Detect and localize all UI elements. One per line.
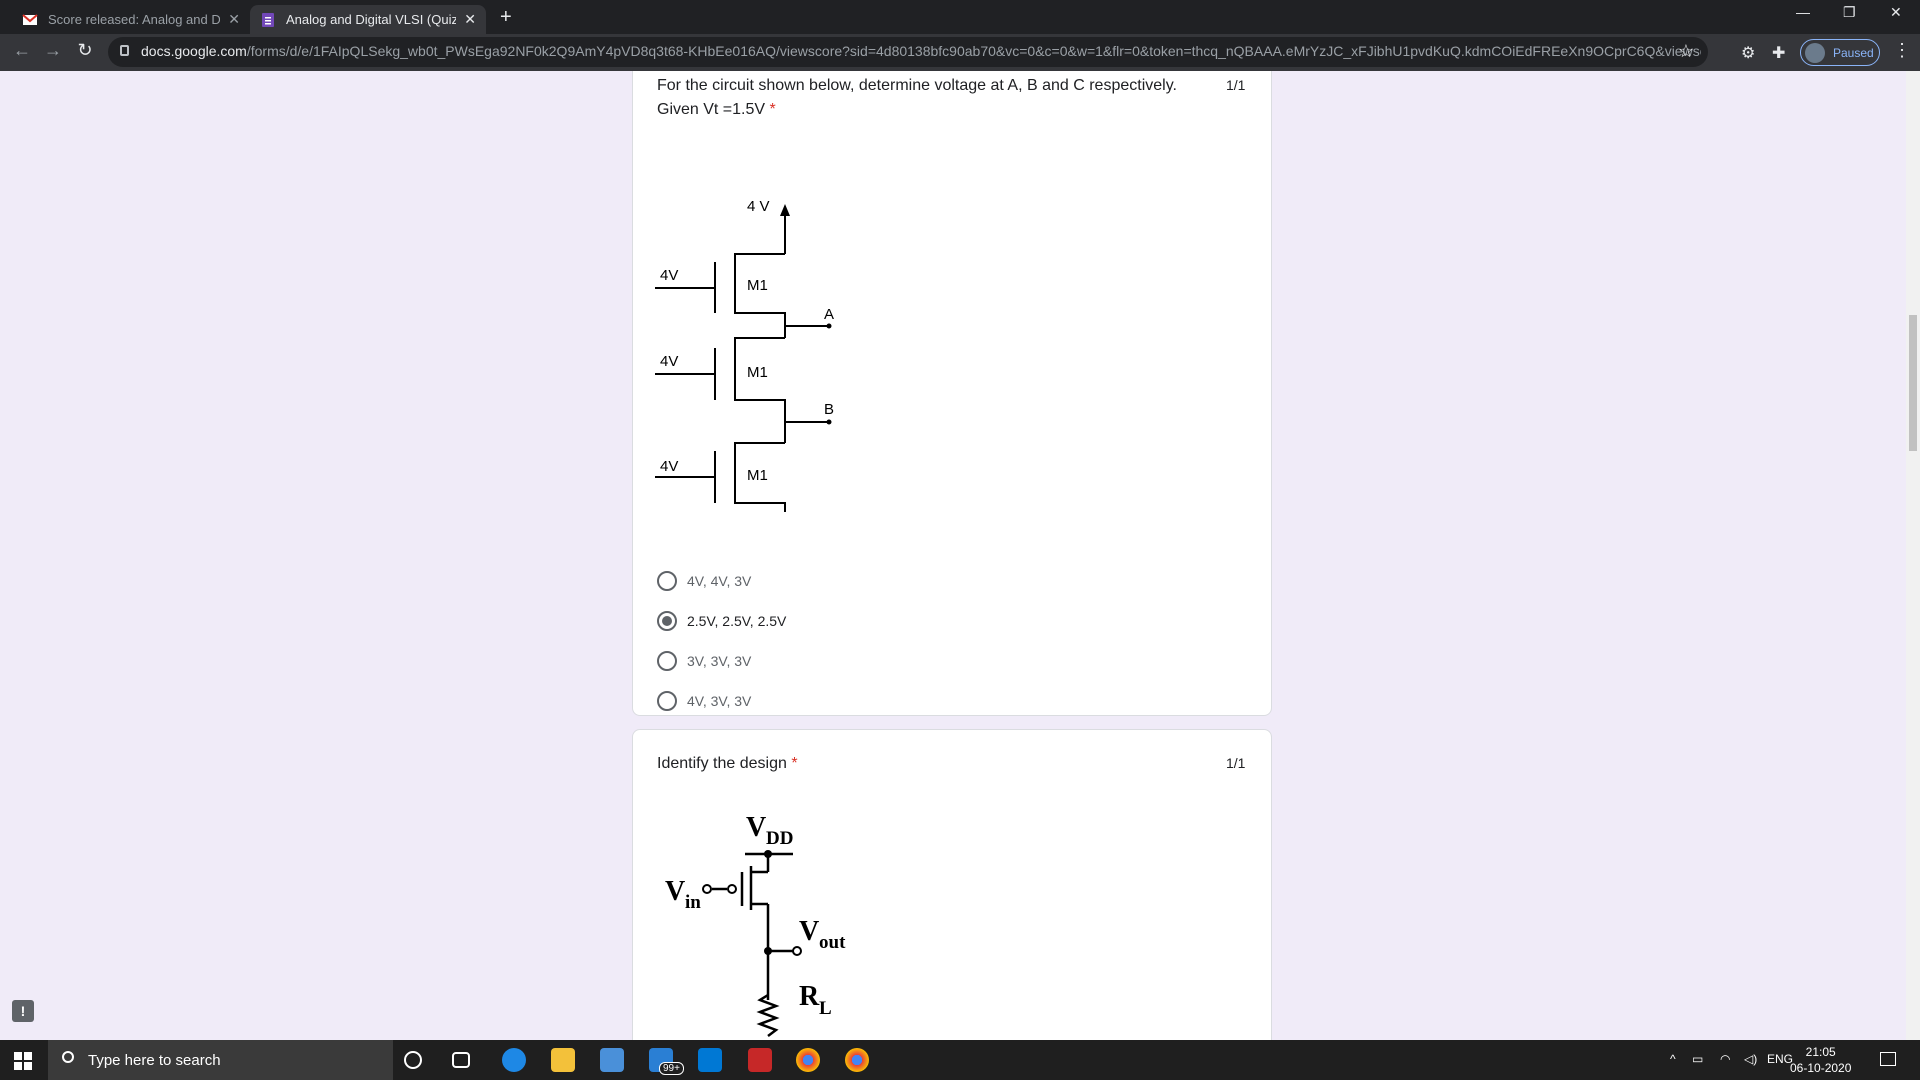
search-placeholder: Type here to search bbox=[88, 1051, 221, 1069]
restore-icon[interactable]: ❐ bbox=[1843, 4, 1856, 21]
battery-icon[interactable]: ▭ bbox=[1692, 1052, 1703, 1066]
profile-button[interactable]: Paused bbox=[1800, 39, 1880, 66]
extension-icon[interactable]: ⚙ bbox=[1741, 43, 1755, 63]
vin-subscript: in bbox=[685, 892, 701, 913]
minimize-icon[interactable]: — bbox=[1796, 4, 1810, 20]
bookmark-star-icon[interactable]: ☆ bbox=[1678, 41, 1694, 62]
node-label-a: A bbox=[824, 306, 834, 323]
close-icon[interactable]: ✕ bbox=[228, 11, 240, 28]
file-explorer-icon[interactable] bbox=[551, 1048, 575, 1072]
address-bar[interactable]: docs.google.com/forms/d/e/1FAIpQLSekg_wb… bbox=[108, 37, 1708, 67]
option-4[interactable]: 4V, 3V, 3V bbox=[657, 691, 751, 711]
wifi-icon[interactable]: ◠ bbox=[1720, 1052, 1730, 1066]
vout-subscript: out bbox=[819, 932, 846, 953]
window-close-icon[interactable]: ✕ bbox=[1890, 4, 1902, 21]
question-text: For the circuit shown below, determine v… bbox=[657, 77, 1177, 94]
pmos-resistor-circuit: V DD V in V out R L bbox=[665, 812, 846, 1037]
url-text[interactable]: docs.google.com/forms/d/e/1FAIpQLSekg_wb… bbox=[141, 43, 1701, 59]
transistor-label-1: M1 bbox=[747, 277, 768, 294]
rl-label: R bbox=[799, 981, 820, 1012]
gmail-icon bbox=[22, 12, 38, 28]
question-title: Identify the design bbox=[657, 755, 787, 772]
reload-icon[interactable]: ↻ bbox=[73, 40, 97, 61]
radio-button[interactable] bbox=[657, 651, 677, 671]
radio-button[interactable] bbox=[657, 691, 677, 711]
clock[interactable]: 21:05 06-10-2020 bbox=[1790, 1044, 1851, 1076]
vdd-label: V bbox=[746, 812, 766, 843]
close-icon[interactable]: ✕ bbox=[464, 11, 476, 28]
task-view-icon[interactable] bbox=[452, 1052, 470, 1068]
node-label-b: B bbox=[824, 401, 834, 418]
avatar bbox=[1805, 42, 1825, 63]
option-label: 3V, 3V, 3V bbox=[687, 653, 752, 669]
option-label: 4V, 4V, 3V bbox=[687, 573, 752, 589]
required-mark: * bbox=[769, 101, 776, 118]
vscode-icon[interactable] bbox=[698, 1048, 722, 1072]
question-card-1: For the circuit shown below, determine v… bbox=[632, 71, 1272, 716]
given-text: Given Vt =1.5V bbox=[657, 101, 766, 118]
question-score: 1/1 bbox=[1226, 755, 1246, 771]
edge-icon[interactable] bbox=[502, 1048, 526, 1072]
date: 06-10-2020 bbox=[1790, 1061, 1852, 1075]
tab-label: Analog and Digital VLSI (Quiz-1) bbox=[286, 12, 457, 27]
search-icon bbox=[62, 1051, 74, 1063]
notifications-icon[interactable] bbox=[1880, 1052, 1896, 1066]
question-score: 1/1 bbox=[1226, 77, 1246, 93]
chrome-icon[interactable] bbox=[796, 1048, 820, 1072]
tab-score-released[interactable]: Score released: Analog and Digit ✕ bbox=[12, 5, 250, 34]
supply-label: 4 V bbox=[747, 198, 770, 215]
question-text: Identify the design * bbox=[657, 752, 798, 776]
transistor-label-3: M1 bbox=[747, 467, 768, 484]
vout-label: V bbox=[799, 916, 819, 947]
profile-status: Paused bbox=[1833, 45, 1874, 60]
chrome-icon-2[interactable] bbox=[845, 1048, 869, 1072]
lock-icon bbox=[120, 45, 129, 56]
radio-button[interactable] bbox=[657, 571, 677, 591]
page-scrollbar[interactable] bbox=[1906, 71, 1920, 1040]
windows-start-icon[interactable] bbox=[14, 1052, 32, 1070]
url-host: docs.google.com bbox=[141, 43, 247, 59]
rl-subscript: L bbox=[819, 998, 832, 1019]
forms-icon bbox=[260, 12, 276, 28]
vdd-subscript: DD bbox=[766, 828, 793, 849]
back-icon[interactable]: ← bbox=[10, 40, 34, 61]
transistor-label-2: M1 bbox=[747, 364, 768, 381]
time: 21:05 bbox=[1805, 1045, 1836, 1059]
new-tab-button[interactable]: + bbox=[500, 6, 512, 29]
store-icon[interactable] bbox=[600, 1048, 624, 1072]
browser-toolbar: ← → ↻ docs.google.com/forms/d/e/1FAIpQLS… bbox=[0, 34, 1920, 71]
question-given: Given Vt =1.5V * bbox=[657, 98, 776, 122]
option-2[interactable]: 2.5V, 2.5V, 2.5V bbox=[657, 611, 786, 631]
url-path: /forms/d/e/1FAIpQLSekg_wb0t_PWsEga92NF0k… bbox=[246, 43, 1701, 59]
option-1[interactable]: 4V, 4V, 3V bbox=[657, 571, 751, 591]
question-card-2: Identify the design * 1/1 V DD V in V ou… bbox=[632, 729, 1272, 1040]
browser-tab-bar: Score released: Analog and Digit ✕ Analo… bbox=[0, 0, 1920, 34]
gate-label-2: 4V bbox=[660, 353, 678, 370]
scrollbar-thumb[interactable] bbox=[1909, 315, 1917, 451]
tab-quiz[interactable]: Analog and Digital VLSI (Quiz-1) ✕ bbox=[250, 5, 486, 34]
report-feedback-icon[interactable]: ! bbox=[12, 1000, 34, 1022]
radio-button-selected[interactable] bbox=[657, 611, 677, 631]
tray-overflow-icon[interactable]: ^ bbox=[1670, 1052, 1676, 1066]
forward-icon[interactable]: → bbox=[41, 40, 65, 61]
option-3[interactable]: 3V, 3V, 3V bbox=[657, 651, 751, 671]
mail-icon[interactable]: 99+ bbox=[649, 1048, 684, 1075]
required-mark: * bbox=[791, 755, 798, 772]
option-label: 2.5V, 2.5V, 2.5V bbox=[687, 613, 787, 629]
puzzle-icon[interactable]: ✚ bbox=[1772, 43, 1785, 63]
menu-icon[interactable]: ⋮ bbox=[1893, 40, 1911, 61]
gate-label-1: 4V bbox=[660, 267, 678, 284]
vin-label: V bbox=[665, 876, 685, 907]
form-page: For the circuit shown below, determine v… bbox=[0, 71, 1906, 1040]
app-icon[interactable] bbox=[748, 1048, 772, 1072]
cortana-icon[interactable] bbox=[404, 1051, 422, 1069]
gate-label-3: 4V bbox=[660, 458, 678, 475]
volume-icon[interactable]: ◁) bbox=[1744, 1052, 1757, 1066]
option-label: 4V, 3V, 3V bbox=[687, 693, 752, 709]
nmos-chain-circuit: 4 V 4V M1 A 4V M1 B 4V M1 C bbox=[655, 198, 834, 512]
tab-label: Score released: Analog and Digit bbox=[48, 12, 221, 27]
mail-badge: 99+ bbox=[659, 1062, 684, 1075]
taskbar-search-box[interactable]: Type here to search bbox=[48, 1040, 393, 1080]
windows-taskbar: Type here to search 99+ ^ ▭ ◠ ◁) ENG 21:… bbox=[0, 1040, 1920, 1080]
